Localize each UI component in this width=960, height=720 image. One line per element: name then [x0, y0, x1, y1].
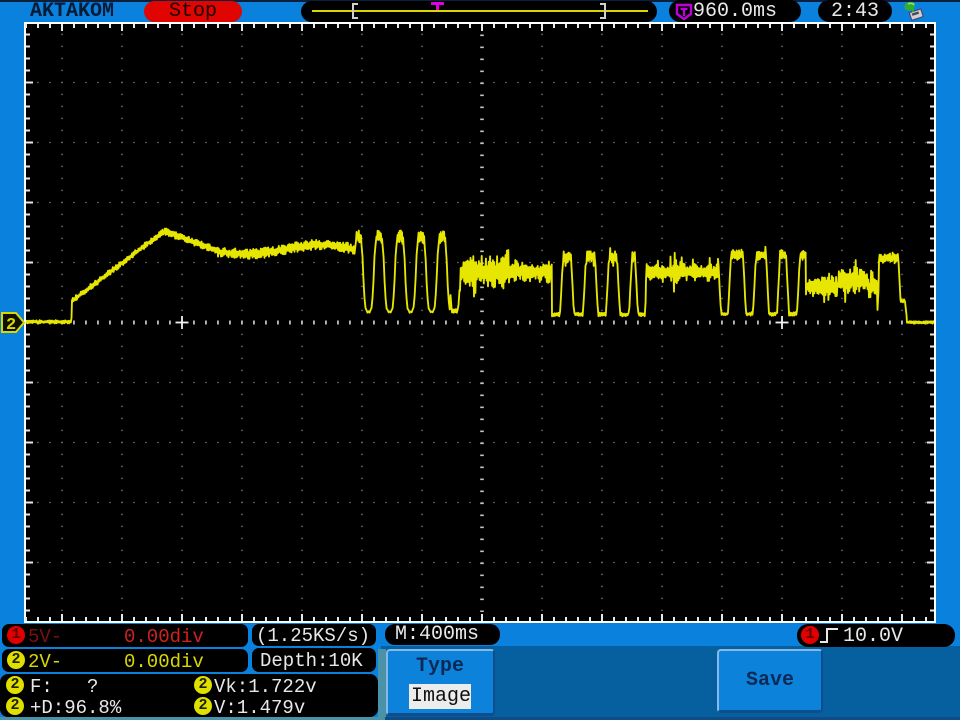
svg-text:2: 2 [6, 316, 16, 335]
